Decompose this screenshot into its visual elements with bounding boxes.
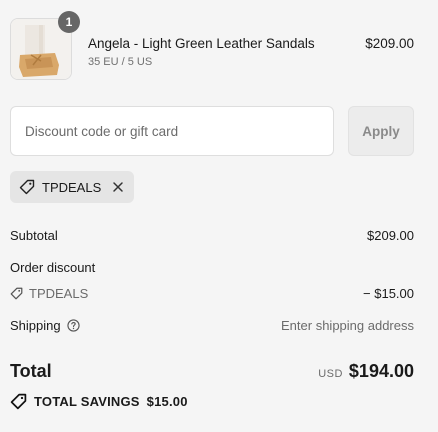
discount-code-input[interactable]: [23, 122, 321, 140]
total-label: Total: [10, 361, 52, 381]
savings-label: TOTAL SAVINGS: [34, 394, 140, 409]
total-savings: TOTAL SAVINGS $15.00: [10, 393, 188, 410]
shipping-row: Shipping: [10, 318, 80, 333]
savings-value: $15.00: [146, 394, 188, 409]
quantity-badge: 1: [58, 11, 80, 33]
tag-icon: [19, 179, 35, 195]
applied-discount-chip: TPDEALS: [10, 171, 135, 203]
discount-code-text: TPDEALS: [29, 286, 89, 301]
product-name: Angela - Light Green Leather Sandals: [88, 36, 315, 51]
total-amount: USD $194.00: [318, 361, 414, 382]
product-variant: 35 EU / 5 US: [88, 56, 153, 68]
discount-value: − $15.00: [363, 286, 414, 301]
help-circle-icon[interactable]: [66, 319, 80, 332]
shipping-value: Enter shipping address: [281, 318, 414, 333]
subtotal-label: Subtotal: [10, 228, 58, 243]
total-value: $194.00: [348, 361, 414, 381]
order-discount-label: Order discount: [10, 260, 96, 275]
tag-icon: [10, 287, 23, 300]
shipping-label: Shipping: [10, 318, 61, 333]
product-price: $209.00: [365, 36, 414, 51]
applied-discount-code: TPDEALS: [42, 179, 102, 195]
discount-field[interactable]: [10, 106, 334, 156]
subtotal-value: $209.00: [367, 228, 414, 243]
close-icon[interactable]: [112, 181, 124, 193]
tag-icon: [10, 393, 27, 410]
currency-code: USD: [318, 368, 343, 380]
apply-button[interactable]: Apply: [348, 106, 414, 156]
order-discount-code: TPDEALS: [10, 286, 88, 301]
